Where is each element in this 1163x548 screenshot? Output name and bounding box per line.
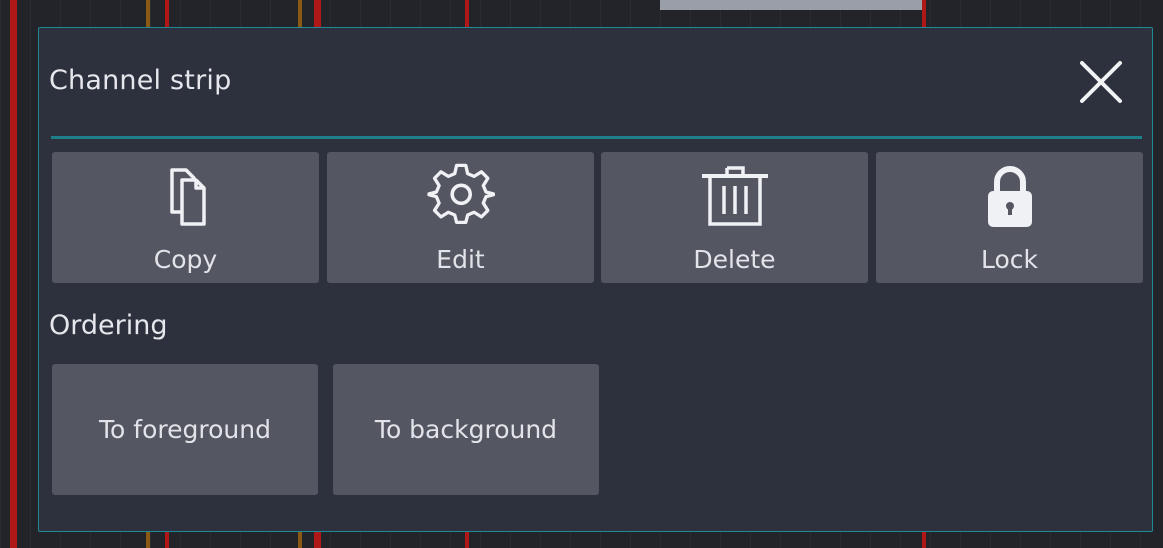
dialog-title: Channel strip	[49, 65, 232, 96]
to-foreground-button[interactable]: To foreground	[52, 364, 318, 495]
selection-highlight	[660, 0, 922, 10]
lock-button[interactable]: Lock	[876, 152, 1143, 283]
to-background-label: To background	[374, 414, 558, 444]
ordering-section-label: Ordering	[49, 310, 168, 341]
lock-label: Lock	[980, 245, 1038, 274]
to-foreground-label: To foreground	[99, 414, 271, 444]
trash-icon	[601, 160, 868, 232]
edit-label: Edit	[436, 245, 485, 274]
title-divider	[51, 136, 1142, 139]
channel-strip-bg	[10, 0, 17, 548]
delete-label: Delete	[693, 245, 776, 274]
lock-icon	[876, 160, 1143, 232]
close-icon	[1080, 61, 1122, 103]
copy-icon	[52, 160, 319, 232]
to-background-button[interactable]: To background	[333, 364, 599, 495]
copy-label: Copy	[153, 245, 218, 274]
edit-button[interactable]: Edit	[327, 152, 594, 283]
close-button[interactable]	[1075, 56, 1127, 108]
delete-button[interactable]: Delete	[601, 152, 868, 283]
channel-strip-dialog: Channel strip Copy Edit Delete Lock Orde…	[38, 27, 1153, 532]
gear-icon	[327, 160, 594, 232]
copy-button[interactable]: Copy	[52, 152, 319, 283]
